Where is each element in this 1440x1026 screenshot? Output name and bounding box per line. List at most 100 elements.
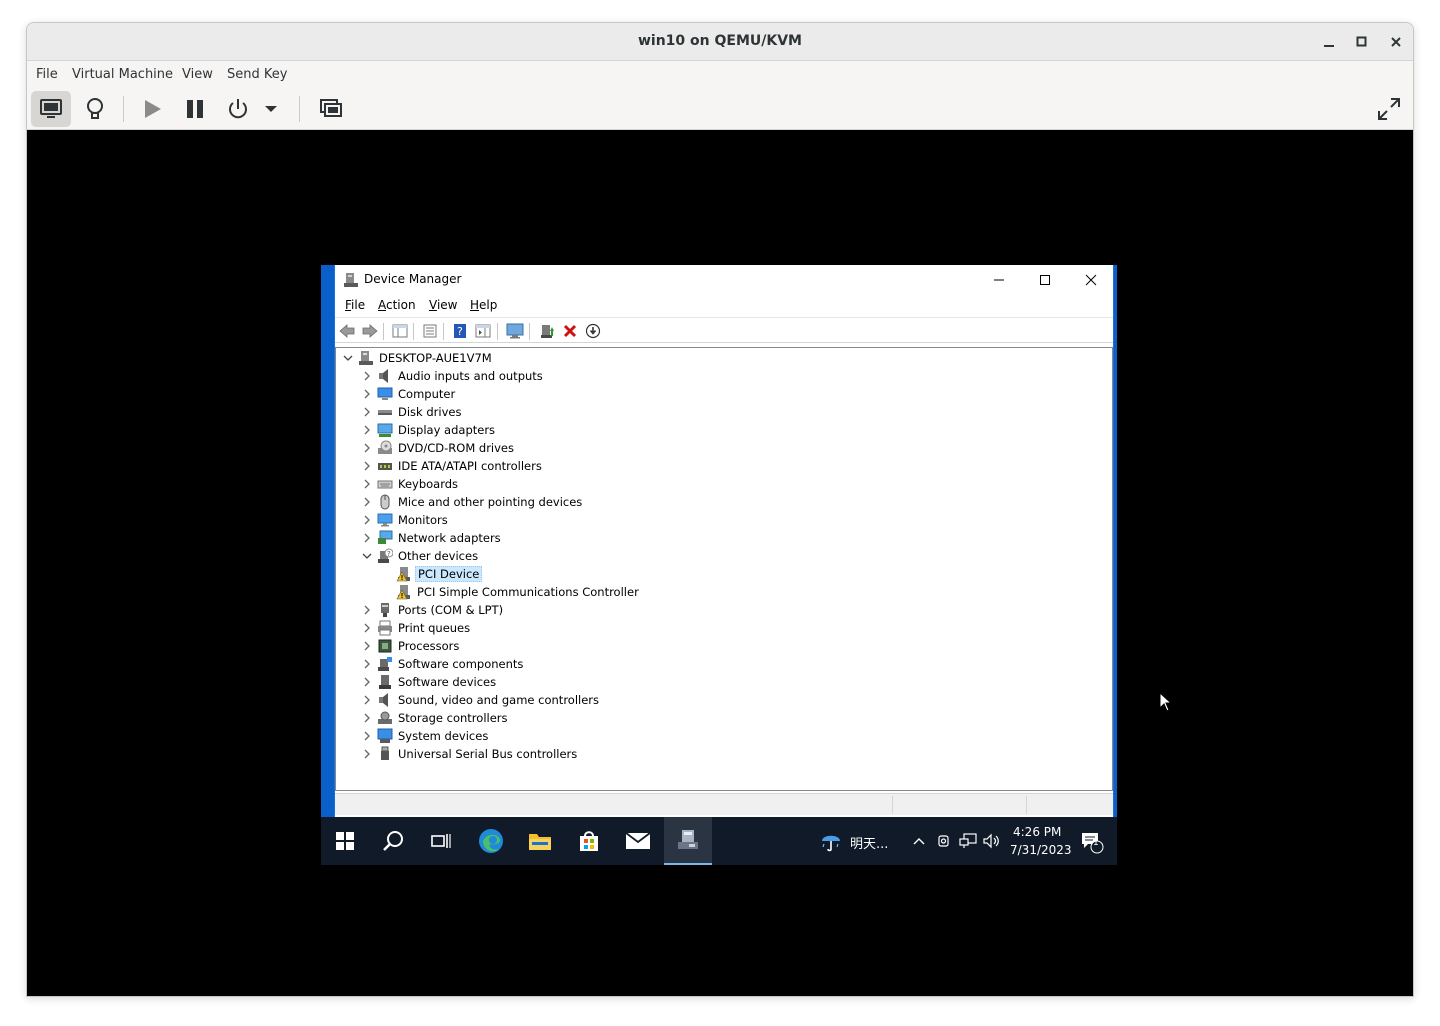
clock-time[interactable]: 4:26 PM [1013,825,1061,839]
dm-maximize-button[interactable] [1022,265,1068,295]
expand-chevron-icon[interactable] [361,709,373,727]
tree-category[interactable]: ? Other devices [361,547,480,565]
meet-now-icon[interactable] [934,831,954,851]
show-hidden-icons-button[interactable] [909,831,929,851]
shutdown-button[interactable] [218,91,258,127]
tree-category[interactable]: Print queues [361,619,472,637]
forward-icon[interactable] [361,322,379,340]
tree-category[interactable]: DVD/CD-ROM drives [361,439,516,457]
volume-icon[interactable] [982,831,1002,851]
expand-chevron-icon[interactable] [361,385,373,403]
properties-icon[interactable] [421,322,439,340]
device-manager-taskbar-button[interactable] [664,817,712,865]
tree-category[interactable]: IDE ATA/ATAPI controllers [361,457,544,475]
vm-minimize-button[interactable] [1318,31,1340,53]
vm-close-button[interactable] [1385,31,1407,53]
tree-category[interactable]: Software devices [361,673,498,691]
tree-category[interactable]: Universal Serial Bus controllers [361,745,579,763]
uninstall-device-icon[interactable] [561,322,579,340]
expand-chevron-icon[interactable] [361,367,373,385]
dm-titlebar[interactable]: Device Manager [335,265,1113,295]
expand-chevron-icon[interactable] [361,727,373,745]
vm-menu-view[interactable]: View [182,67,213,82]
back-icon[interactable] [338,322,356,340]
run-button[interactable] [132,91,172,127]
expand-chevron-icon[interactable] [361,655,373,673]
tree-category[interactable]: Storage controllers [361,709,510,727]
expand-chevron-icon[interactable] [361,511,373,529]
expand-chevron-icon[interactable] [361,673,373,691]
tree-category[interactable]: Mice and other pointing devices [361,493,584,511]
snapshots-button[interactable] [311,91,351,127]
scan-hardware-icon[interactable] [506,322,524,340]
search-button[interactable] [369,817,417,865]
expand-chevron-icon[interactable] [361,493,373,511]
vm-titlebar[interactable]: win10 on QEMU/KVM [27,23,1413,61]
action-center-button[interactable]: 1 [1079,829,1105,855]
tree-category[interactable]: Keyboards [361,475,460,493]
dm-menu-file[interactable]: File [345,298,365,312]
vm-menu-send-key[interactable]: Send Key [227,67,287,82]
store-button[interactable] [565,817,613,865]
clock-date[interactable]: 7/31/2023 [1010,843,1072,857]
tree-category[interactable]: Network adapters [361,529,503,547]
expand-chevron-icon[interactable] [361,403,373,421]
tree-device[interactable]: PCI Device [380,565,483,583]
tree-item-label: PCI Simple Communications Controller [417,585,639,599]
collapse-chevron-icon[interactable] [361,547,373,565]
disable-device-icon[interactable] [584,322,602,340]
pause-button[interactable] [175,91,215,127]
tree-category[interactable]: Monitors [361,511,450,529]
tree-category[interactable]: Display adapters [361,421,497,439]
help-icon[interactable]: ? [451,322,469,340]
expand-chevron-icon[interactable] [361,475,373,493]
task-view-button[interactable] [417,817,465,865]
expand-chevron-icon[interactable] [361,637,373,655]
mail-button[interactable] [614,817,662,865]
edge-button[interactable] [467,817,515,865]
tree-category[interactable]: Processors [361,637,461,655]
network-icon[interactable] [958,831,978,851]
tree-category[interactable]: Disk drives [361,403,463,421]
tree-category[interactable]: Ports (COM & LPT) [361,601,505,619]
dm-menu-action[interactable]: Action [378,298,416,312]
weather-text[interactable]: 明天... [850,833,888,852]
tree-category[interactable]: Software components [361,655,525,673]
action-pane-icon[interactable] [474,322,492,340]
dm-toolbar: ? [335,317,1113,343]
fullscreen-button[interactable] [1369,91,1409,127]
tree-root[interactable]: DESKTOP-AUE1V7M [342,349,494,367]
vm-display[interactable]: Device Manager File Action View Help ? D… [27,130,1413,996]
expand-chevron-icon[interactable] [361,439,373,457]
dm-menu-view[interactable]: View [429,298,457,312]
tree-category[interactable]: Computer [361,385,457,403]
tree-category[interactable]: System devices [361,727,490,745]
dm-close-button[interactable] [1068,265,1114,295]
dm-menu-help[interactable]: Help [470,298,497,312]
vm-maximize-button[interactable] [1351,31,1373,53]
expand-chevron-icon[interactable] [361,601,373,619]
expand-chevron-icon[interactable] [361,619,373,637]
expand-chevron-icon[interactable] [361,457,373,475]
expand-chevron-icon[interactable] [361,745,373,763]
console-view-button[interactable] [31,91,71,127]
shutdown-menu-button[interactable] [257,91,285,127]
vm-menu-file[interactable]: File [36,67,58,82]
guest-desktop[interactable]: Device Manager File Action View Help ? D… [321,265,1173,865]
expand-chevron-icon[interactable] [361,529,373,547]
start-button[interactable] [321,817,369,865]
details-view-button[interactable] [75,91,115,127]
dm-minimize-button[interactable] [976,265,1022,295]
device-tree[interactable]: DESKTOP-AUE1V7M Audio inputs and outputs C… [335,347,1113,791]
vm-menu-virtual-machine[interactable]: Virtual Machine [72,67,173,82]
tree-category[interactable]: Audio inputs and outputs [361,367,545,385]
expand-chevron-icon[interactable] [361,691,373,709]
file-explorer-button[interactable] [516,817,564,865]
tree-category[interactable]: Sound, video and game controllers [361,691,601,709]
show-hide-console-tree-icon[interactable] [391,322,409,340]
collapse-chevron-icon[interactable] [342,349,354,367]
weather-button[interactable] [817,817,845,865]
update-driver-icon[interactable] [538,322,556,340]
tree-device[interactable]: PCI Simple Communications Controller [380,583,641,601]
expand-chevron-icon[interactable] [361,421,373,439]
